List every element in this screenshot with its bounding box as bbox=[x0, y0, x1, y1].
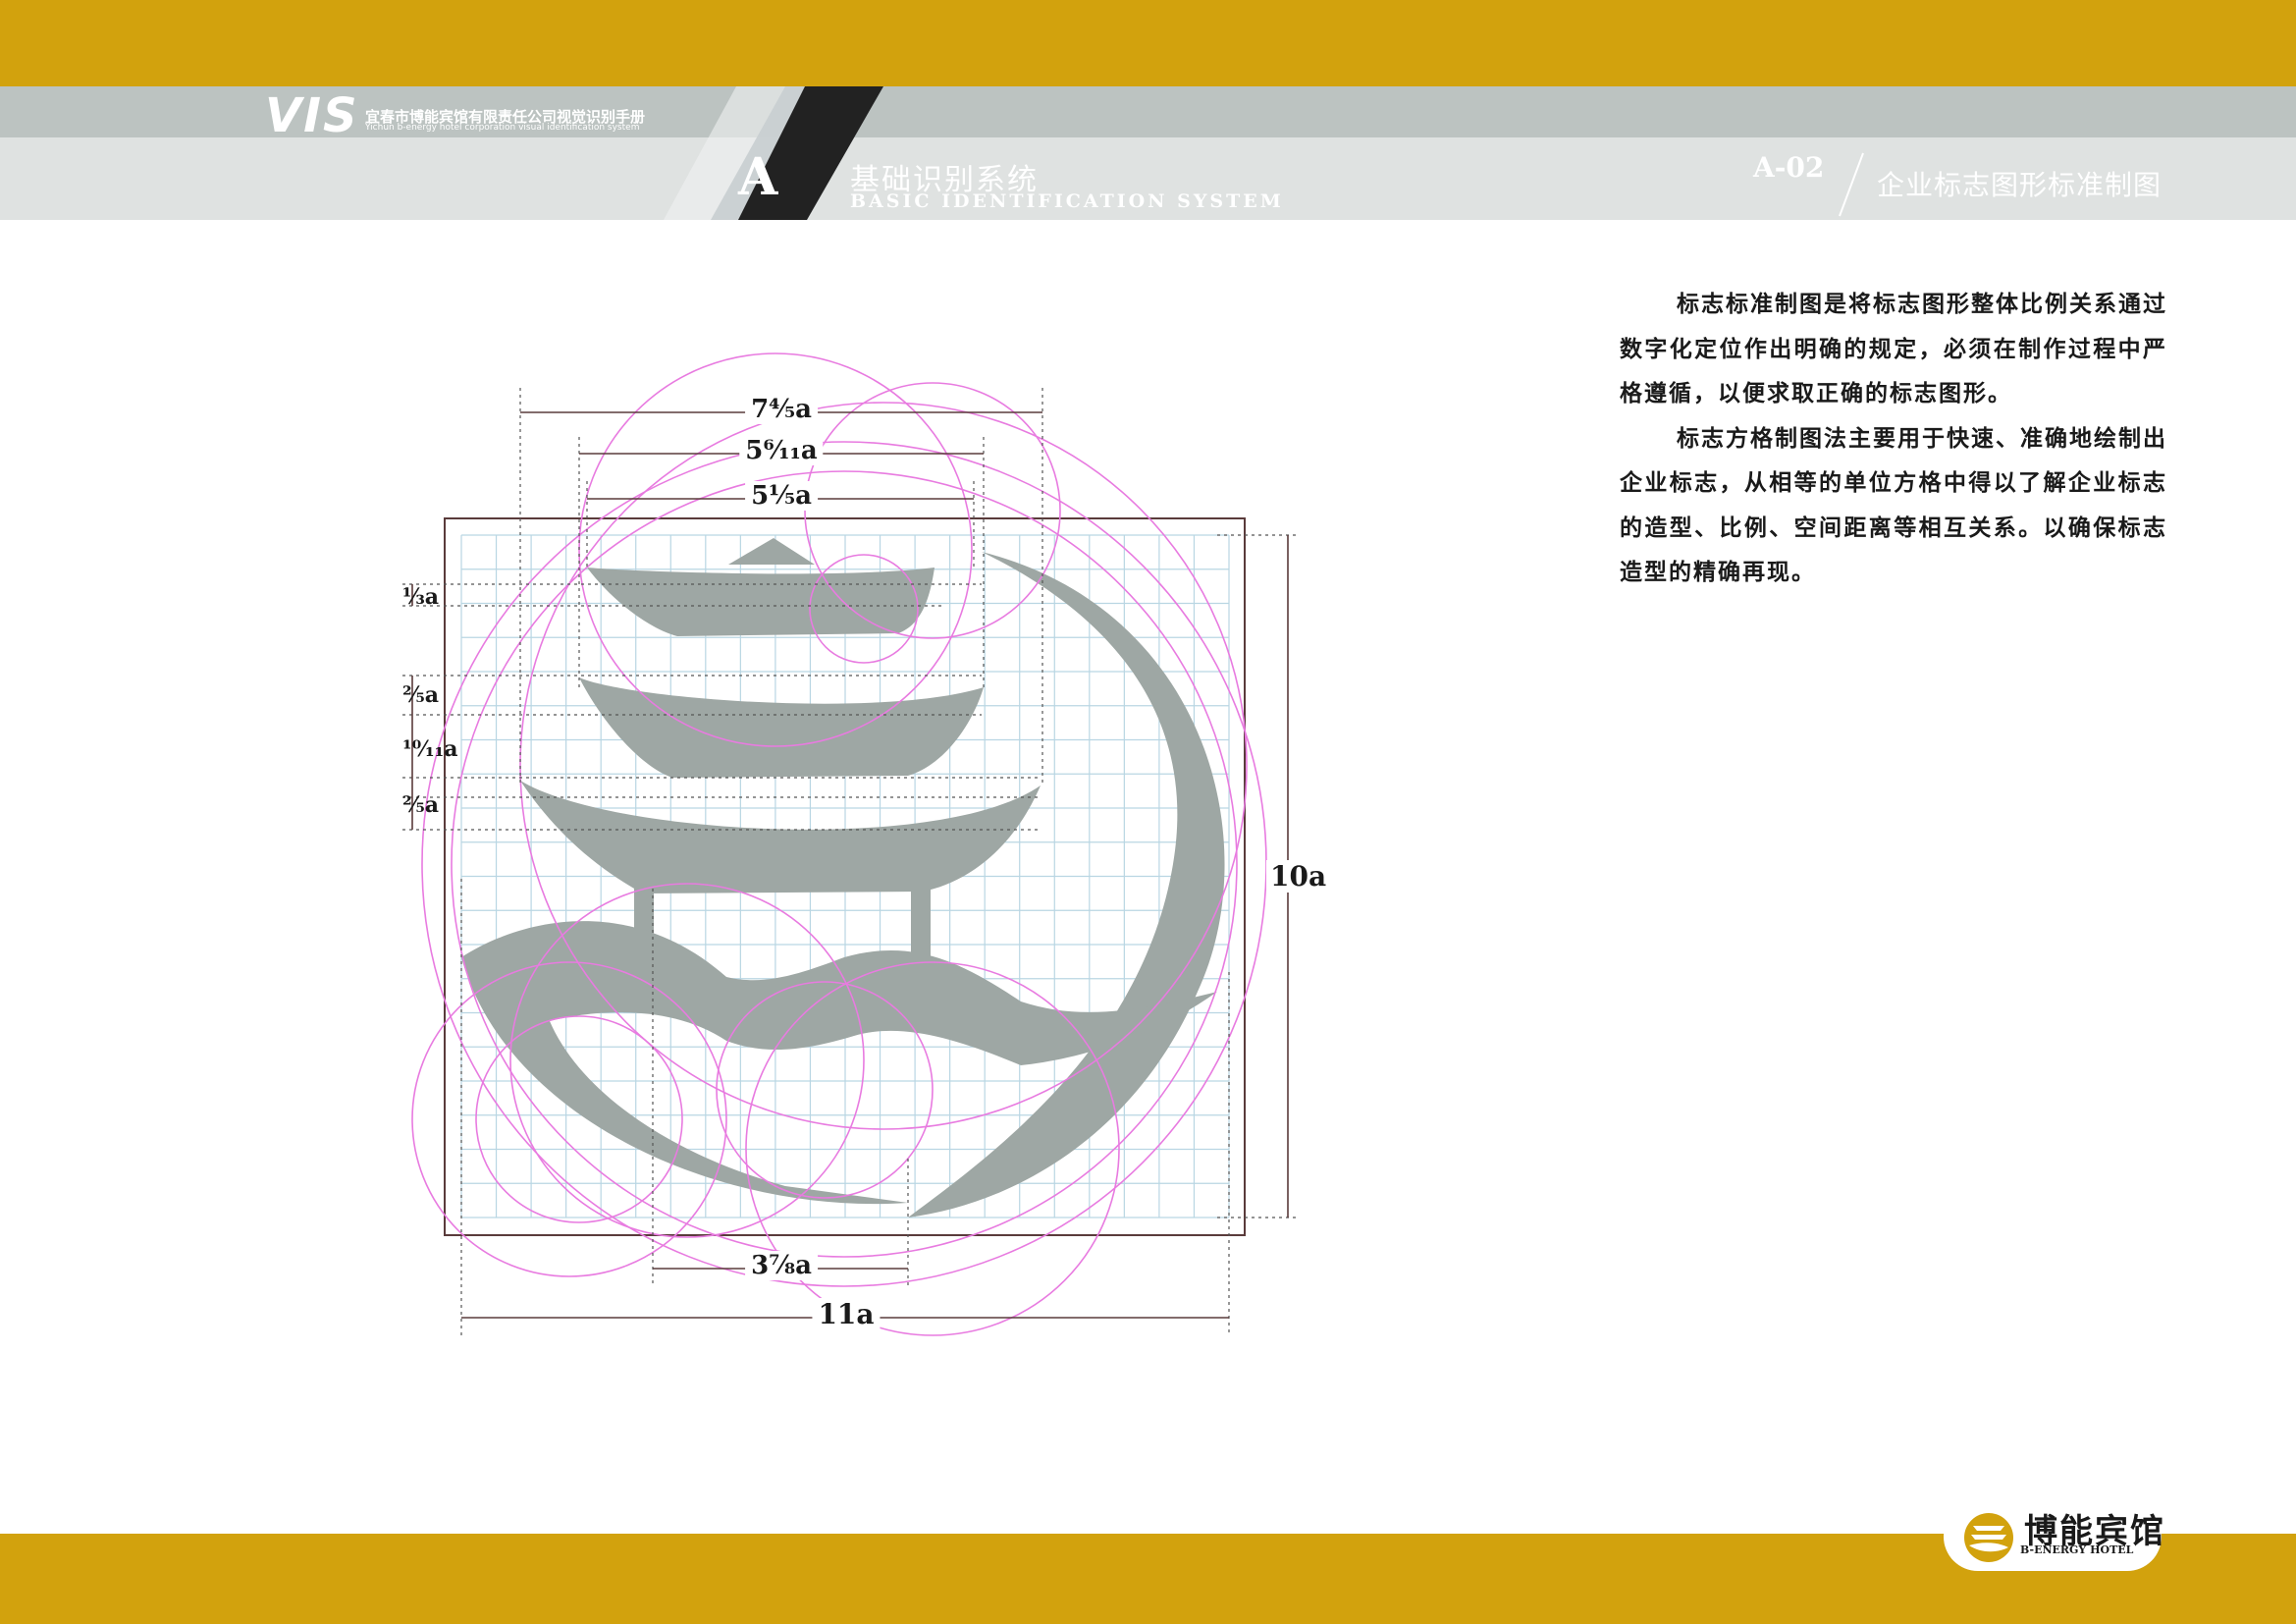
dim-label-top-1: 7⅘a bbox=[745, 395, 818, 424]
dim-label-left-4: ⅖a bbox=[402, 792, 440, 818]
dim-label-left-3: ¹⁰⁄₁₁a bbox=[402, 736, 458, 762]
footer-logo-icon bbox=[1964, 1513, 2013, 1562]
dim-label-left-1: ⅓a bbox=[402, 584, 440, 610]
dim-label-top-3: 5⅕a bbox=[745, 481, 818, 511]
dim-label-left-2: ⅖a bbox=[402, 682, 440, 708]
dim-label-bottom-1: 3⅞a bbox=[745, 1251, 818, 1280]
dim-label-top-2: 5⁶⁄₁₁a bbox=[739, 436, 824, 465]
dim-label-right: 10a bbox=[1266, 860, 1331, 893]
logo-crescent bbox=[908, 552, 1225, 1218]
logo-construction-drawing bbox=[402, 352, 1296, 1336]
footer-brand-name-en: B-ENERGY HOTEL bbox=[2020, 1543, 2134, 1556]
logo-roof-tier-1 bbox=[587, 568, 934, 636]
dim-label-bottom-2: 11a bbox=[812, 1298, 881, 1330]
logo-finial bbox=[728, 538, 815, 565]
